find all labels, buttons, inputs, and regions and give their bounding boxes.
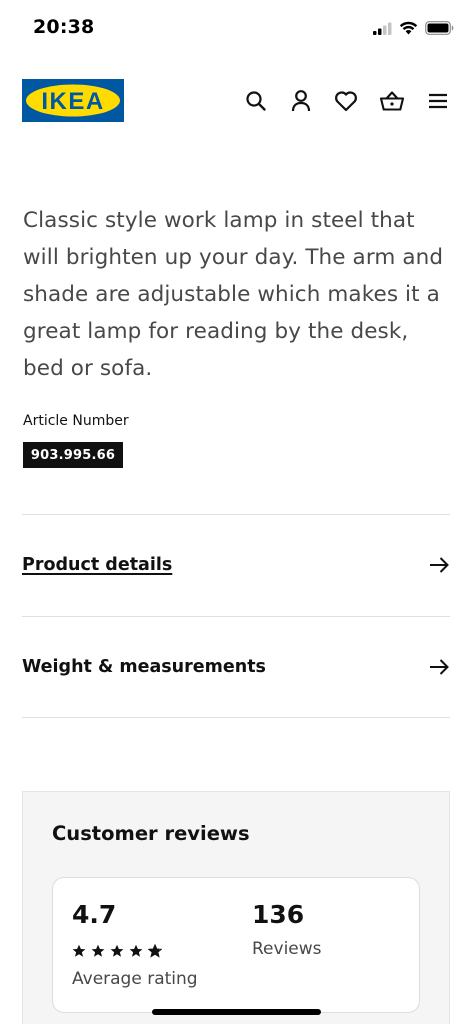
divider bbox=[22, 717, 450, 718]
reviews-summary-card[interactable]: 4.7 Average rating 136 Reviews bbox=[52, 877, 420, 1013]
star-half-icon bbox=[148, 944, 162, 958]
product-details-row[interactable]: Product details bbox=[22, 515, 450, 615]
status-time: 20:38 bbox=[33, 16, 95, 38]
home-indicator bbox=[152, 1009, 321, 1015]
status-icons bbox=[373, 17, 454, 39]
article-number-badge: 903.995.66 bbox=[23, 442, 123, 468]
reviews-count-value: 136 bbox=[252, 900, 305, 929]
site-header: IKEA bbox=[0, 78, 472, 124]
star-icon bbox=[72, 944, 86, 958]
reviews-title: Customer reviews bbox=[52, 822, 250, 845]
basket-icon[interactable] bbox=[379, 88, 405, 114]
arrow-right-icon bbox=[428, 556, 450, 574]
star-icon bbox=[91, 944, 105, 958]
weight-measurements-label: Weight & measurements bbox=[22, 657, 266, 677]
customer-reviews-section: Customer reviews 4.7 Average rating 136 … bbox=[22, 791, 450, 1024]
status-bar: 20:38 bbox=[0, 0, 472, 56]
star-icon bbox=[129, 944, 143, 958]
product-description: Classic style work lamp in steel that wi… bbox=[23, 208, 444, 381]
average-rating-caption: Average rating bbox=[72, 969, 198, 989]
reviews-count-caption: Reviews bbox=[252, 939, 322, 959]
product-page: 20:38 IKEA Classic style work lamp in st… bbox=[0, 0, 472, 1024]
search-icon[interactable] bbox=[243, 88, 269, 114]
wifi-icon bbox=[399, 21, 418, 35]
battery-icon bbox=[425, 21, 454, 35]
header-icons bbox=[0, 88, 472, 114]
arrow-right-icon bbox=[428, 658, 450, 676]
star-icon bbox=[110, 944, 124, 958]
account-icon[interactable] bbox=[288, 88, 314, 114]
weight-measurements-row[interactable]: Weight & measurements bbox=[22, 617, 450, 717]
signal-icon bbox=[373, 22, 392, 35]
product-details-label: Product details bbox=[22, 555, 173, 575]
heart-icon[interactable] bbox=[333, 88, 359, 114]
average-rating-value: 4.7 bbox=[72, 900, 117, 929]
article-number-label: Article Number bbox=[23, 413, 129, 429]
menu-icon[interactable] bbox=[425, 88, 451, 114]
rating-stars bbox=[72, 944, 162, 958]
